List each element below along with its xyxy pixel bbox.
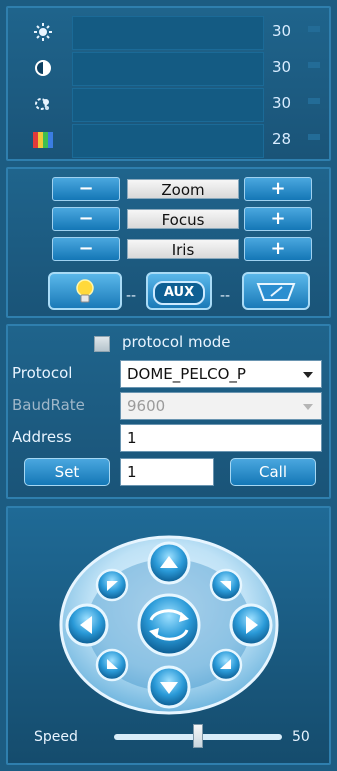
pan-up-left-button[interactable] xyxy=(95,568,129,602)
pan-down-right-button[interactable] xyxy=(209,648,243,682)
aux-label: AUX xyxy=(153,281,205,305)
contrast-track[interactable] xyxy=(308,62,320,68)
protocol-value: DOME_PELCO_P xyxy=(127,365,246,383)
address-value: 1 xyxy=(127,429,137,447)
focus-far-button[interactable]: + xyxy=(244,207,312,231)
address-field[interactable]: 1 xyxy=(120,424,322,452)
pan-up-right-button[interactable] xyxy=(209,568,243,602)
saturation-track[interactable] xyxy=(308,98,320,104)
iris-open-button[interactable]: + xyxy=(244,237,312,261)
image-adjust-panel: 30 30 30 28 xyxy=(6,6,331,161)
preset-number-field[interactable]: 1 xyxy=(120,458,214,486)
protocol-panel: protocol mode Protocol DOME_PELCO_P Baud… xyxy=(6,324,331,499)
auto-scan-button[interactable] xyxy=(137,593,201,657)
wiper-button[interactable] xyxy=(242,272,310,310)
direction-pad xyxy=(59,535,279,715)
saturation-row: 30 xyxy=(8,88,329,122)
brightness-value: 30 xyxy=(272,22,292,40)
aux-button[interactable]: AUX xyxy=(146,272,212,310)
accessory-row: -- AUX -- xyxy=(48,272,316,310)
light-bulb-icon xyxy=(76,279,94,303)
protocol-mode-checkbox[interactable] xyxy=(94,336,110,352)
brightness-row: 30 xyxy=(8,16,329,50)
tilt-down-button[interactable] xyxy=(147,665,191,709)
zoom-row: − Zoom + xyxy=(52,177,312,201)
call-preset-button[interactable]: Call xyxy=(230,458,316,486)
baudrate-select[interactable]: 9600 xyxy=(120,392,322,420)
baudrate-label: BaudRate xyxy=(12,396,85,414)
tilt-up-button[interactable] xyxy=(147,541,191,585)
chevron-down-icon xyxy=(303,372,313,378)
preset-number-value: 1 xyxy=(127,463,137,481)
protocol-mode-label: protocol mode xyxy=(122,333,231,351)
focus-label: Focus xyxy=(127,209,239,229)
set-preset-button[interactable]: Set xyxy=(24,458,110,486)
lens-control-panel: − Zoom + − Focus + − Iris + -- AUX -- xyxy=(6,167,331,318)
hue-slider[interactable] xyxy=(72,124,264,158)
pan-left-button[interactable] xyxy=(65,603,109,647)
address-label: Address xyxy=(12,428,72,446)
iris-row: − Iris + xyxy=(52,237,312,261)
brightness-icon xyxy=(32,22,54,42)
speed-label: Speed xyxy=(34,729,78,745)
separator-dash: -- xyxy=(220,288,231,304)
hue-row: 28 xyxy=(8,124,329,158)
saturation-value: 30 xyxy=(272,94,292,112)
pan-right-button[interactable] xyxy=(229,603,273,647)
brightness-slider[interactable] xyxy=(72,16,264,50)
joystick-panel: Speed 50 xyxy=(6,506,331,765)
protocol-select[interactable]: DOME_PELCO_P xyxy=(120,360,322,388)
baudrate-value: 9600 xyxy=(127,397,166,415)
zoom-label: Zoom xyxy=(127,179,239,199)
zoom-out-button[interactable]: − xyxy=(52,177,120,201)
contrast-slider[interactable] xyxy=(72,52,264,86)
zoom-in-button[interactable]: + xyxy=(244,177,312,201)
hue-track[interactable] xyxy=(308,134,320,140)
speed-slider-thumb[interactable] xyxy=(193,724,203,748)
contrast-value: 30 xyxy=(272,58,292,76)
saturation-slider[interactable] xyxy=(72,88,264,122)
chevron-down-icon xyxy=(303,404,313,410)
light-button[interactable] xyxy=(48,272,122,310)
ptz-control-panel: 30 30 30 28 − Zoom + − Focus + − Iris + … xyxy=(0,0,337,771)
contrast-row: 30 xyxy=(8,52,329,86)
iris-label: Iris xyxy=(127,239,239,259)
speed-value: 50 xyxy=(292,729,310,745)
focus-near-button[interactable]: − xyxy=(52,207,120,231)
iris-close-button[interactable]: − xyxy=(52,237,120,261)
focus-row: − Focus + xyxy=(52,207,312,231)
color-bars-icon xyxy=(32,130,54,150)
saturation-icon xyxy=(32,94,54,114)
protocol-label: Protocol xyxy=(12,364,73,382)
contrast-icon xyxy=(32,58,54,78)
pan-down-left-button[interactable] xyxy=(95,648,129,682)
brightness-track[interactable] xyxy=(308,26,320,32)
wiper-icon xyxy=(256,283,296,301)
separator-dash: -- xyxy=(126,288,137,304)
hue-value: 28 xyxy=(272,130,292,148)
